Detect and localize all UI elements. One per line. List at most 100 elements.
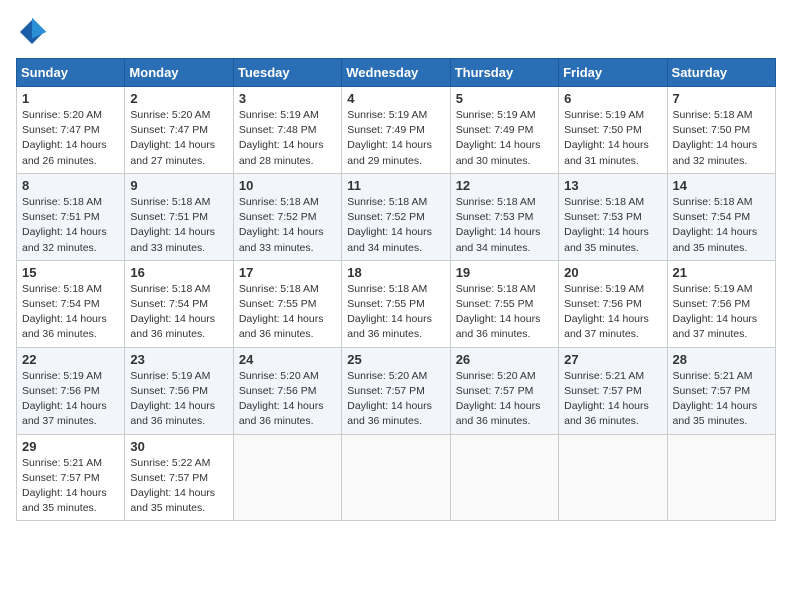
day-detail: Sunrise: 5:18 AMSunset: 7:52 PMDaylight:… xyxy=(239,196,324,254)
day-number: 13 xyxy=(564,178,661,193)
day-number: 1 xyxy=(22,91,119,106)
day-detail: Sunrise: 5:18 AMSunset: 7:54 PMDaylight:… xyxy=(673,196,758,254)
day-detail: Sunrise: 5:18 AMSunset: 7:54 PMDaylight:… xyxy=(130,283,215,341)
calendar-cell: 1 Sunrise: 5:20 AMSunset: 7:47 PMDayligh… xyxy=(17,87,125,174)
calendar-cell: 28 Sunrise: 5:21 AMSunset: 7:57 PMDaylig… xyxy=(667,347,775,434)
calendar-week-4: 22 Sunrise: 5:19 AMSunset: 7:56 PMDaylig… xyxy=(17,347,776,434)
calendar-cell: 19 Sunrise: 5:18 AMSunset: 7:55 PMDaylig… xyxy=(450,260,558,347)
day-detail: Sunrise: 5:18 AMSunset: 7:55 PMDaylight:… xyxy=(347,283,432,341)
calendar-cell xyxy=(342,434,450,521)
day-detail: Sunrise: 5:20 AMSunset: 7:57 PMDaylight:… xyxy=(347,370,432,428)
day-number: 26 xyxy=(456,352,553,367)
day-number: 10 xyxy=(239,178,336,193)
day-detail: Sunrise: 5:18 AMSunset: 7:50 PMDaylight:… xyxy=(673,109,758,167)
day-detail: Sunrise: 5:21 AMSunset: 7:57 PMDaylight:… xyxy=(22,457,107,515)
day-number: 12 xyxy=(456,178,553,193)
day-number: 24 xyxy=(239,352,336,367)
calendar-cell: 27 Sunrise: 5:21 AMSunset: 7:57 PMDaylig… xyxy=(559,347,667,434)
day-number: 18 xyxy=(347,265,444,280)
day-detail: Sunrise: 5:19 AMSunset: 7:56 PMDaylight:… xyxy=(564,283,649,341)
day-number: 14 xyxy=(673,178,770,193)
day-number: 19 xyxy=(456,265,553,280)
day-detail: Sunrise: 5:18 AMSunset: 7:54 PMDaylight:… xyxy=(22,283,107,341)
day-number: 7 xyxy=(673,91,770,106)
calendar-cell xyxy=(667,434,775,521)
day-number: 6 xyxy=(564,91,661,106)
day-number: 17 xyxy=(239,265,336,280)
calendar-cell xyxy=(559,434,667,521)
day-detail: Sunrise: 5:19 AMSunset: 7:49 PMDaylight:… xyxy=(456,109,541,167)
calendar-header-saturday: Saturday xyxy=(667,59,775,87)
calendar-cell: 3 Sunrise: 5:19 AMSunset: 7:48 PMDayligh… xyxy=(233,87,341,174)
day-number: 9 xyxy=(130,178,227,193)
calendar-cell: 8 Sunrise: 5:18 AMSunset: 7:51 PMDayligh… xyxy=(17,173,125,260)
day-number: 4 xyxy=(347,91,444,106)
calendar-header-thursday: Thursday xyxy=(450,59,558,87)
calendar-cell: 10 Sunrise: 5:18 AMSunset: 7:52 PMDaylig… xyxy=(233,173,341,260)
logo xyxy=(16,16,52,48)
calendar-cell: 6 Sunrise: 5:19 AMSunset: 7:50 PMDayligh… xyxy=(559,87,667,174)
day-number: 2 xyxy=(130,91,227,106)
day-detail: Sunrise: 5:18 AMSunset: 7:52 PMDaylight:… xyxy=(347,196,432,254)
day-detail: Sunrise: 5:20 AMSunset: 7:47 PMDaylight:… xyxy=(130,109,215,167)
calendar-cell: 23 Sunrise: 5:19 AMSunset: 7:56 PMDaylig… xyxy=(125,347,233,434)
calendar-header-sunday: Sunday xyxy=(17,59,125,87)
calendar-cell: 2 Sunrise: 5:20 AMSunset: 7:47 PMDayligh… xyxy=(125,87,233,174)
day-number: 25 xyxy=(347,352,444,367)
calendar-cell xyxy=(233,434,341,521)
calendar-cell: 16 Sunrise: 5:18 AMSunset: 7:54 PMDaylig… xyxy=(125,260,233,347)
day-detail: Sunrise: 5:18 AMSunset: 7:55 PMDaylight:… xyxy=(239,283,324,341)
day-number: 29 xyxy=(22,439,119,454)
day-detail: Sunrise: 5:19 AMSunset: 7:56 PMDaylight:… xyxy=(673,283,758,341)
calendar-cell: 18 Sunrise: 5:18 AMSunset: 7:55 PMDaylig… xyxy=(342,260,450,347)
day-number: 20 xyxy=(564,265,661,280)
day-detail: Sunrise: 5:18 AMSunset: 7:55 PMDaylight:… xyxy=(456,283,541,341)
day-number: 23 xyxy=(130,352,227,367)
calendar-cell: 30 Sunrise: 5:22 AMSunset: 7:57 PMDaylig… xyxy=(125,434,233,521)
calendar-cell: 25 Sunrise: 5:20 AMSunset: 7:57 PMDaylig… xyxy=(342,347,450,434)
day-detail: Sunrise: 5:22 AMSunset: 7:57 PMDaylight:… xyxy=(130,457,215,515)
day-number: 28 xyxy=(673,352,770,367)
day-detail: Sunrise: 5:19 AMSunset: 7:56 PMDaylight:… xyxy=(22,370,107,428)
calendar-header-monday: Monday xyxy=(125,59,233,87)
calendar-cell: 9 Sunrise: 5:18 AMSunset: 7:51 PMDayligh… xyxy=(125,173,233,260)
calendar-cell xyxy=(450,434,558,521)
day-detail: Sunrise: 5:19 AMSunset: 7:56 PMDaylight:… xyxy=(130,370,215,428)
calendar-header-tuesday: Tuesday xyxy=(233,59,341,87)
day-number: 21 xyxy=(673,265,770,280)
calendar-cell: 20 Sunrise: 5:19 AMSunset: 7:56 PMDaylig… xyxy=(559,260,667,347)
calendar-cell: 29 Sunrise: 5:21 AMSunset: 7:57 PMDaylig… xyxy=(17,434,125,521)
calendar-week-3: 15 Sunrise: 5:18 AMSunset: 7:54 PMDaylig… xyxy=(17,260,776,347)
day-detail: Sunrise: 5:21 AMSunset: 7:57 PMDaylight:… xyxy=(564,370,649,428)
day-number: 22 xyxy=(22,352,119,367)
page-header xyxy=(16,16,776,48)
calendar-cell: 26 Sunrise: 5:20 AMSunset: 7:57 PMDaylig… xyxy=(450,347,558,434)
calendar-cell: 7 Sunrise: 5:18 AMSunset: 7:50 PMDayligh… xyxy=(667,87,775,174)
calendar-cell: 12 Sunrise: 5:18 AMSunset: 7:53 PMDaylig… xyxy=(450,173,558,260)
calendar-header-row: SundayMondayTuesdayWednesdayThursdayFrid… xyxy=(17,59,776,87)
day-detail: Sunrise: 5:18 AMSunset: 7:51 PMDaylight:… xyxy=(22,196,107,254)
logo-icon xyxy=(16,16,48,48)
day-number: 3 xyxy=(239,91,336,106)
calendar-cell: 15 Sunrise: 5:18 AMSunset: 7:54 PMDaylig… xyxy=(17,260,125,347)
calendar-header-wednesday: Wednesday xyxy=(342,59,450,87)
calendar-week-5: 29 Sunrise: 5:21 AMSunset: 7:57 PMDaylig… xyxy=(17,434,776,521)
day-detail: Sunrise: 5:19 AMSunset: 7:49 PMDaylight:… xyxy=(347,109,432,167)
day-detail: Sunrise: 5:19 AMSunset: 7:50 PMDaylight:… xyxy=(564,109,649,167)
day-detail: Sunrise: 5:18 AMSunset: 7:51 PMDaylight:… xyxy=(130,196,215,254)
calendar-cell: 24 Sunrise: 5:20 AMSunset: 7:56 PMDaylig… xyxy=(233,347,341,434)
day-number: 30 xyxy=(130,439,227,454)
calendar-cell: 5 Sunrise: 5:19 AMSunset: 7:49 PMDayligh… xyxy=(450,87,558,174)
day-number: 27 xyxy=(564,352,661,367)
calendar-header-friday: Friday xyxy=(559,59,667,87)
day-detail: Sunrise: 5:20 AMSunset: 7:57 PMDaylight:… xyxy=(456,370,541,428)
day-number: 16 xyxy=(130,265,227,280)
day-number: 15 xyxy=(22,265,119,280)
day-number: 5 xyxy=(456,91,553,106)
day-detail: Sunrise: 5:19 AMSunset: 7:48 PMDaylight:… xyxy=(239,109,324,167)
calendar-week-1: 1 Sunrise: 5:20 AMSunset: 7:47 PMDayligh… xyxy=(17,87,776,174)
calendar-week-2: 8 Sunrise: 5:18 AMSunset: 7:51 PMDayligh… xyxy=(17,173,776,260)
calendar-cell: 11 Sunrise: 5:18 AMSunset: 7:52 PMDaylig… xyxy=(342,173,450,260)
calendar-cell: 17 Sunrise: 5:18 AMSunset: 7:55 PMDaylig… xyxy=(233,260,341,347)
day-detail: Sunrise: 5:20 AMSunset: 7:56 PMDaylight:… xyxy=(239,370,324,428)
